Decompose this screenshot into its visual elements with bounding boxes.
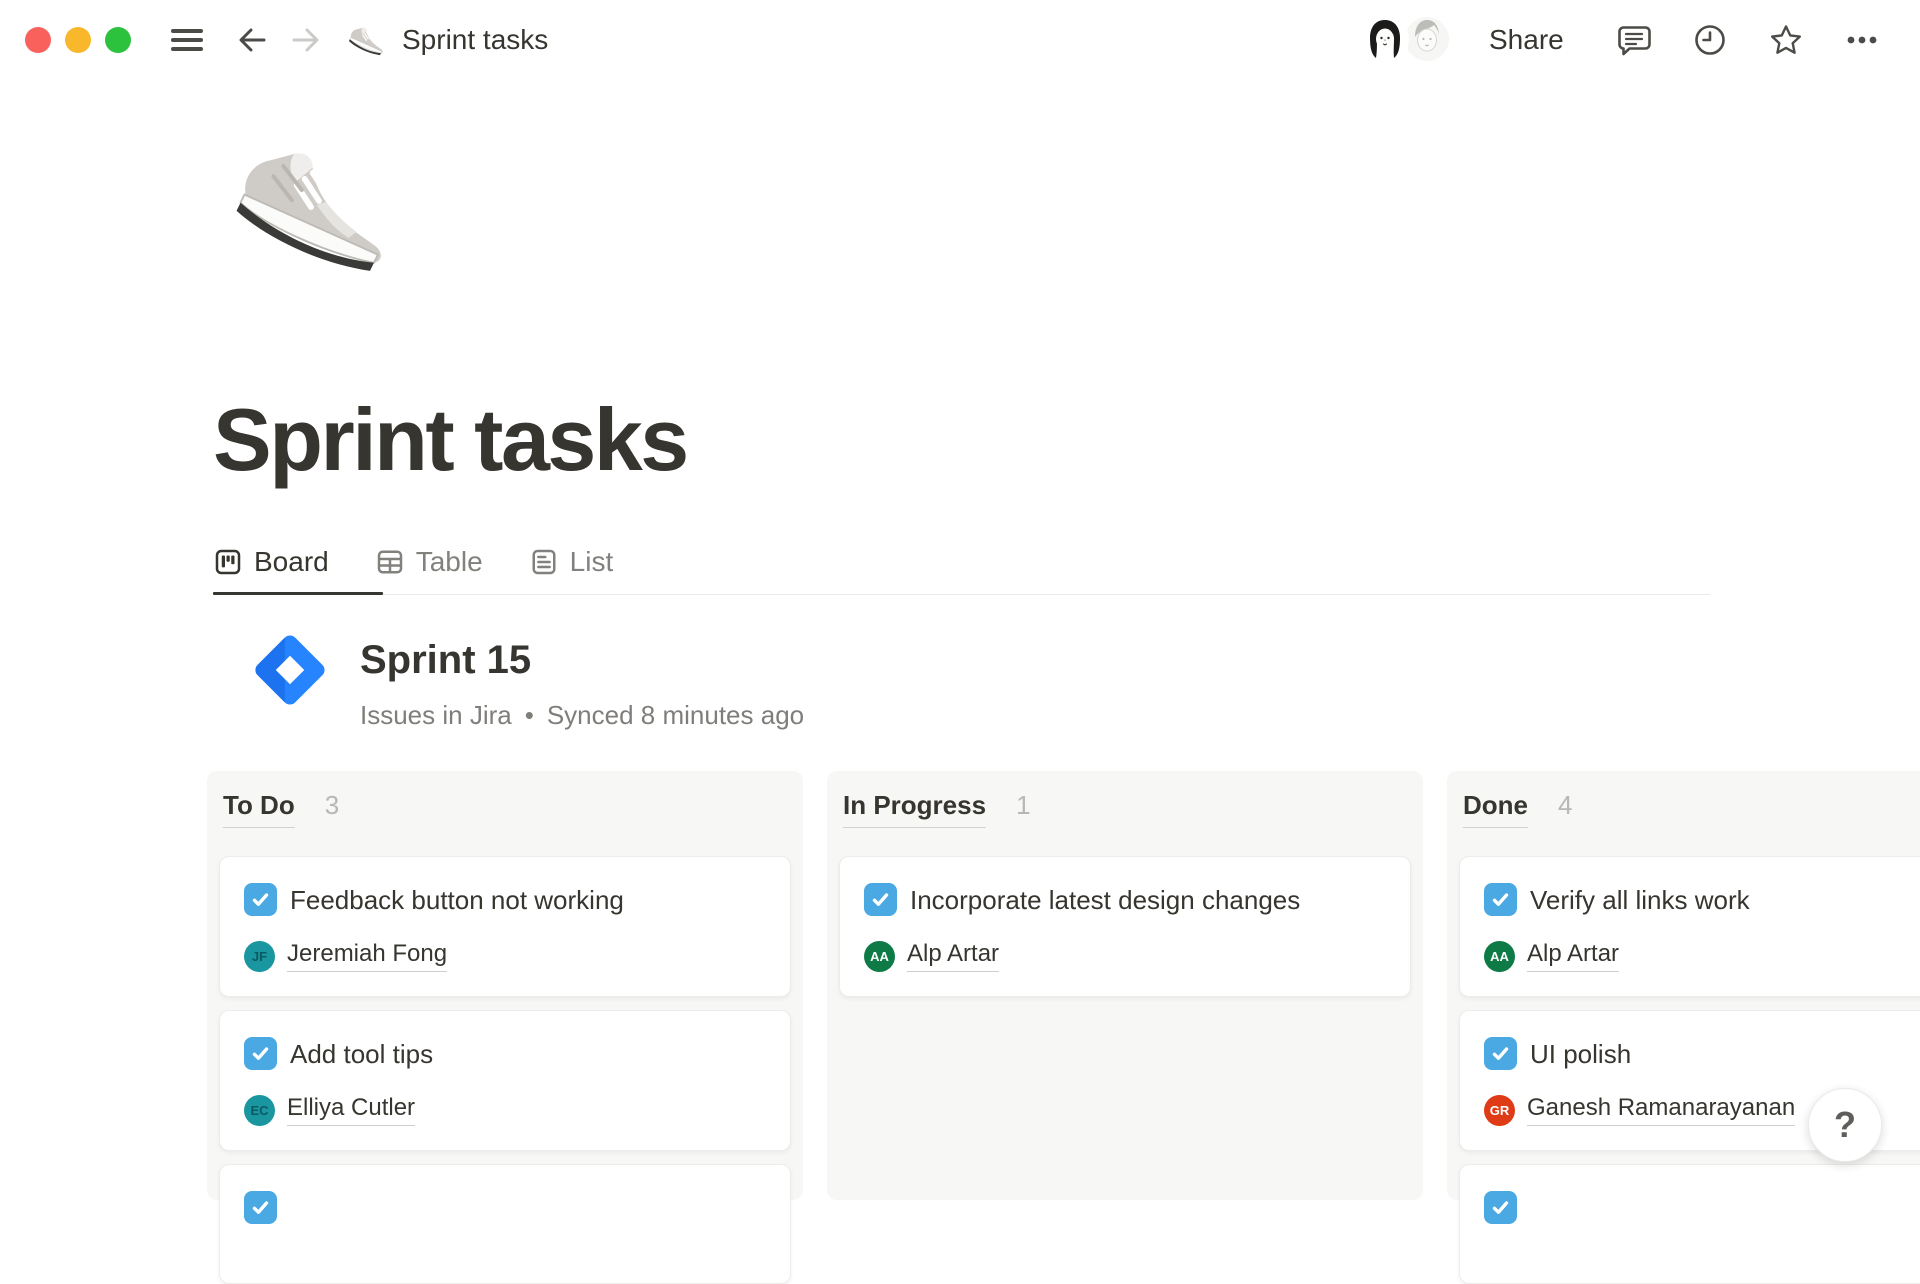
check-icon — [250, 1043, 271, 1064]
task-title: UI polish — [1530, 1035, 1631, 1073]
tab-board-label: Board — [254, 546, 329, 578]
tab-list-label: List — [570, 546, 614, 578]
collection-title[interactable]: Sprint 15 — [360, 638, 531, 683]
task-checkbox[interactable] — [864, 883, 897, 916]
jira-logo-icon — [246, 626, 334, 714]
sneaker-page-icon[interactable] — [224, 122, 404, 290]
share-button[interactable]: Share — [1489, 23, 1564, 57]
updates-clock-icon[interactable] — [1691, 21, 1729, 59]
assignee-avatar: GR — [1484, 1095, 1515, 1126]
list-view-icon — [529, 547, 559, 577]
collection-source: Issues in Jira — [360, 700, 512, 731]
assignee-row: AA Alp Artar — [864, 940, 1386, 972]
check-icon — [250, 889, 271, 910]
task-card-partial[interactable] — [1459, 1164, 1920, 1284]
task-card[interactable]: Incorporate latest design changes AA Alp… — [839, 856, 1411, 997]
more-options-ellipsis-icon[interactable] — [1843, 21, 1881, 59]
tab-table-label: Table — [416, 546, 483, 578]
assignee-name[interactable]: Ganesh Ramanarayanan — [1527, 1094, 1795, 1126]
breadcrumb[interactable]: Sprint tasks — [402, 23, 548, 57]
presence-avatar-2[interactable] — [1403, 15, 1451, 63]
task-card[interactable]: Add tool tips EC Elliya Cutler — [219, 1010, 791, 1151]
check-icon — [250, 1197, 271, 1218]
board-column-todo: To Do 3 Feedback button not working JF J… — [207, 771, 803, 1200]
assignee-avatar: AA — [1484, 941, 1515, 972]
task-title: Verify all links work — [1530, 881, 1750, 919]
help-button[interactable]: ? — [1808, 1088, 1882, 1162]
task-checkbox[interactable] — [244, 1037, 277, 1070]
assignee-name[interactable]: Alp Artar — [1527, 940, 1619, 972]
column-name-in-progress[interactable]: In Progress — [843, 790, 986, 828]
task-title: Add tool tips — [290, 1035, 433, 1073]
comments-icon[interactable] — [1615, 21, 1653, 59]
column-count-done: 4 — [1558, 790, 1572, 821]
page-title: Sprint tasks — [213, 392, 687, 488]
tab-board[interactable]: Board — [213, 546, 329, 578]
task-checkbox[interactable] — [244, 1191, 277, 1224]
view-tabs: Board Table List — [213, 534, 613, 590]
column-count-in-progress: 1 — [1016, 790, 1030, 821]
traffic-light-zoom-button[interactable] — [105, 27, 131, 53]
assignee-name[interactable]: Alp Artar — [907, 940, 999, 972]
assignee-row: EC Elliya Cutler — [244, 1094, 766, 1126]
traffic-light-close-button[interactable] — [25, 27, 51, 53]
sneaker-page-icon-small — [346, 20, 388, 60]
board-view-icon — [213, 547, 243, 577]
assignee-avatar: EC — [244, 1095, 275, 1126]
board-column-in-progress: In Progress 1 Incorporate latest design … — [827, 771, 1423, 1200]
task-title: Incorporate latest design changes — [910, 881, 1300, 919]
column-count-todo: 3 — [325, 790, 339, 821]
collection-subtitle: Issues in Jira • Synced 8 minutes ago — [360, 700, 804, 731]
task-card[interactable]: Verify all links work AA Alp Artar — [1459, 856, 1920, 997]
collection-separator: • — [525, 700, 534, 731]
presence-avatar-1[interactable] — [1361, 15, 1409, 63]
forward-arrow-icon — [288, 22, 324, 58]
tabs-divider — [213, 594, 1710, 595]
task-checkbox[interactable] — [1484, 1037, 1517, 1070]
check-icon — [1490, 889, 1511, 910]
back-arrow-icon[interactable] — [234, 22, 270, 58]
table-view-icon — [375, 547, 405, 577]
task-title: Feedback button not working — [290, 881, 624, 919]
assignee-name[interactable]: Elliya Cutler — [287, 1094, 415, 1126]
check-icon — [1490, 1043, 1511, 1064]
check-icon — [870, 889, 891, 910]
collection-sync-status: Synced 8 minutes ago — [547, 700, 804, 731]
assignee-row: JF Jeremiah Fong — [244, 940, 766, 972]
column-name-todo[interactable]: To Do — [223, 790, 295, 828]
check-icon — [1490, 1197, 1511, 1218]
assignee-row: AA Alp Artar — [1484, 940, 1920, 972]
assignee-name[interactable]: Jeremiah Fong — [287, 940, 447, 972]
active-tab-underline — [213, 592, 383, 595]
sidebar-toggle-menu-icon[interactable] — [171, 29, 203, 51]
assignee-avatar: JF — [244, 941, 275, 972]
tab-table[interactable]: Table — [375, 546, 483, 578]
task-checkbox[interactable] — [244, 883, 277, 916]
tab-list[interactable]: List — [529, 546, 614, 578]
favorite-star-icon[interactable] — [1767, 21, 1805, 59]
window-titlebar: Sprint tasks Share — [0, 0, 1920, 80]
traffic-light-minimize-button[interactable] — [65, 27, 91, 53]
task-card[interactable]: Feedback button not working JF Jeremiah … — [219, 856, 791, 997]
task-card-partial[interactable] — [219, 1164, 791, 1284]
task-checkbox[interactable] — [1484, 1191, 1517, 1224]
task-checkbox[interactable] — [1484, 883, 1517, 916]
assignee-avatar: AA — [864, 941, 895, 972]
column-name-done[interactable]: Done — [1463, 790, 1528, 828]
